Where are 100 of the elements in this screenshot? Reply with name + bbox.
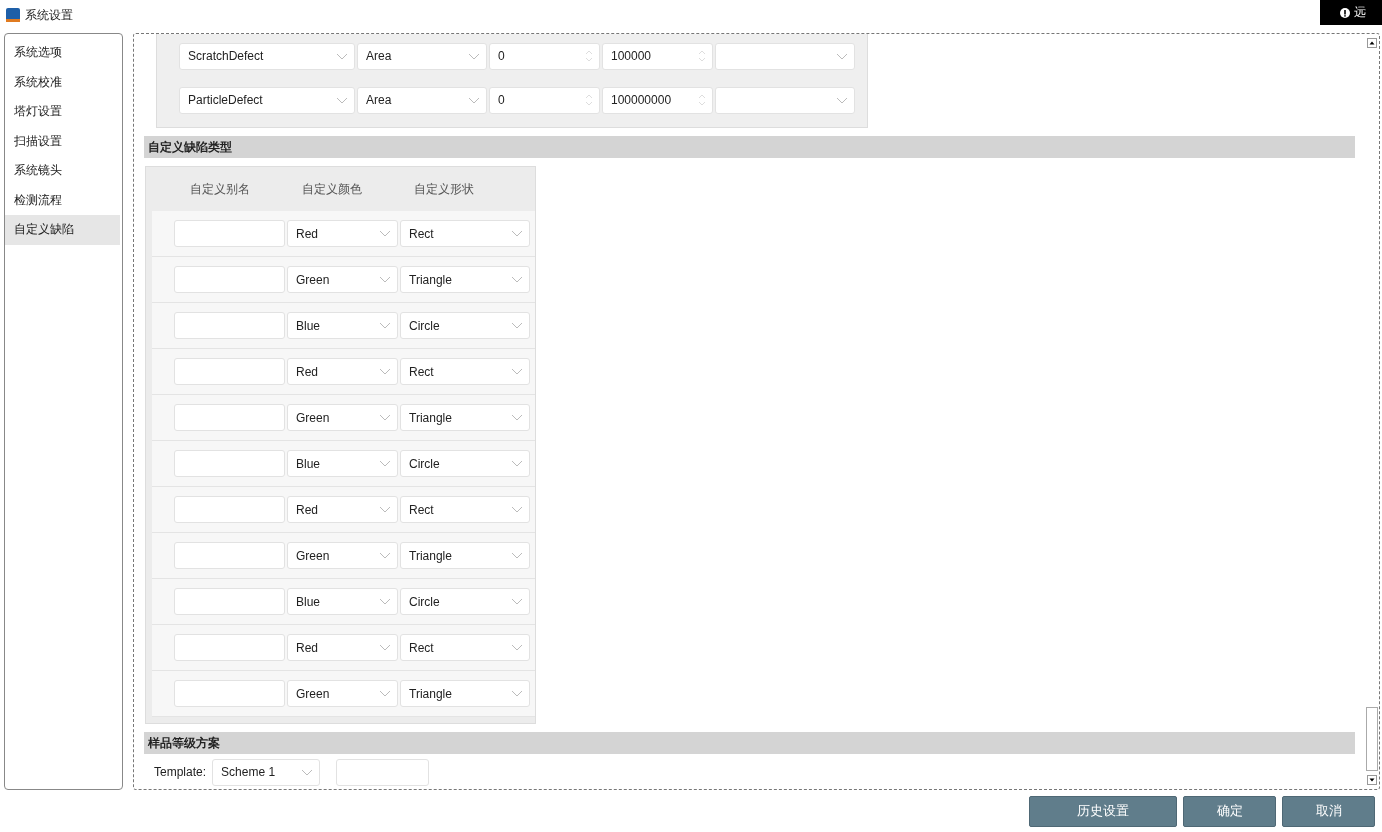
chevron-down-icon [379, 414, 391, 421]
template-dropdown[interactable]: Scheme 1 [212, 758, 321, 786]
empty-dropdown[interactable] [715, 86, 855, 114]
min-spin-field[interactable]: 0 [489, 42, 600, 70]
alias-input[interactable] [174, 266, 285, 293]
shape-dropdown[interactable]: Rect [400, 496, 530, 523]
color-dropdown[interactable]: Blue [287, 312, 398, 339]
chevron-down-icon [379, 368, 391, 375]
min-spin-field[interactable]: 0 [489, 86, 600, 114]
template-name-input[interactable] [336, 758, 430, 786]
footer-button[interactable]: 历史设置 [1029, 795, 1177, 827]
alias-input[interactable] [174, 220, 285, 247]
spinner-icon [698, 93, 706, 107]
shape-dropdown[interactable]: Triangle [400, 680, 530, 707]
shape-dropdown[interactable]: Triangle [400, 404, 530, 431]
alias-input[interactable] [174, 450, 285, 477]
chevron-down-icon [379, 276, 391, 283]
chevron-down-icon [511, 460, 523, 467]
sidebar-item[interactable]: 系统校准 [5, 67, 120, 97]
chevron-down-icon [511, 598, 523, 605]
chevron-down-icon [379, 322, 391, 329]
column-header: 自定义别名 [190, 180, 251, 198]
scroll-up-icon[interactable] [1367, 38, 1377, 48]
alias-input[interactable] [174, 680, 285, 707]
color-dropdown[interactable]: Green [287, 542, 398, 569]
color-dropdown[interactable]: Red [287, 220, 398, 247]
scroll-down-icon[interactable] [1367, 775, 1377, 785]
color-dropdown[interactable]: Red [287, 358, 398, 385]
alias-input[interactable] [174, 588, 285, 615]
chevron-down-icon [379, 230, 391, 237]
chevron-down-icon [511, 690, 523, 697]
footer-button[interactable]: 取消 [1282, 795, 1375, 827]
column-header: 自定义颜色 [302, 180, 363, 198]
chevron-down-icon [511, 552, 523, 559]
info-icon [1340, 7, 1350, 18]
chevron-down-icon [468, 52, 480, 60]
chevron-down-icon [511, 644, 523, 651]
shape-dropdown[interactable]: Triangle [400, 542, 530, 569]
chevron-down-icon [511, 506, 523, 513]
alias-input[interactable] [174, 496, 285, 523]
sidebar-item[interactable]: 检测流程 [5, 185, 120, 215]
color-dropdown[interactable]: Green [287, 680, 398, 707]
template-label: Template: [154, 765, 207, 779]
alias-input[interactable] [174, 542, 285, 569]
footer-button[interactable]: 确定 [1183, 795, 1276, 827]
empty-dropdown[interactable] [715, 42, 855, 70]
chevron-down-icon [836, 52, 848, 60]
chevron-down-icon [379, 644, 391, 651]
spinner-icon [585, 49, 593, 63]
spinner-icon [698, 49, 706, 63]
chevron-down-icon [511, 368, 523, 375]
shape-dropdown[interactable]: Rect [400, 220, 530, 247]
section-header: 样品等级方案 [144, 732, 1355, 754]
chevron-down-icon [468, 96, 480, 104]
chevron-down-icon [301, 768, 314, 776]
max-spin-field[interactable]: 100000000 [602, 86, 713, 114]
chevron-down-icon [379, 598, 391, 605]
max-spin-field[interactable]: 100000 [602, 42, 713, 70]
feature-dropdown[interactable]: Area [357, 42, 487, 70]
shape-dropdown[interactable]: Circle [400, 588, 530, 615]
spinner-icon [585, 93, 593, 107]
section-header: 自定义缺陷类型 [144, 136, 1355, 158]
remote-badge[interactable]: 远 [1320, 0, 1382, 25]
sidebar-item[interactable]: 塔灯设置 [5, 97, 120, 127]
shape-dropdown[interactable]: Triangle [400, 266, 530, 293]
shape-dropdown[interactable]: Rect [400, 634, 530, 661]
window-title: 系统设置 [25, 6, 73, 24]
defect-dropdown[interactable]: ParticleDefect [179, 86, 355, 114]
alias-input[interactable] [174, 634, 285, 661]
chevron-down-icon [379, 460, 391, 467]
shape-dropdown[interactable]: Rect [400, 358, 530, 385]
color-dropdown[interactable]: Green [287, 266, 398, 293]
chevron-down-icon [836, 96, 848, 104]
app-logo-icon [6, 8, 20, 22]
sidebar-item[interactable]: 系统镜头 [5, 156, 120, 186]
sidebar-item[interactable]: 自定义缺陷 [5, 215, 120, 245]
chevron-down-icon [336, 52, 348, 60]
feature-dropdown[interactable]: Area [357, 86, 487, 114]
color-dropdown[interactable]: Blue [287, 588, 398, 615]
alias-input[interactable] [174, 358, 285, 385]
defect-dropdown[interactable]: ScratchDefect [179, 42, 355, 70]
chevron-down-icon [379, 690, 391, 697]
sidebar-item[interactable]: 扫描设置 [5, 126, 120, 156]
sidebar-item[interactable]: 系统选项 [5, 38, 120, 68]
shape-dropdown[interactable]: Circle [400, 450, 530, 477]
color-dropdown[interactable]: Green [287, 404, 398, 431]
chevron-down-icon [511, 414, 523, 421]
chevron-down-icon [511, 276, 523, 283]
scroll-thumb[interactable] [1366, 707, 1378, 771]
chevron-down-icon [379, 506, 391, 513]
chevron-down-icon [336, 96, 348, 104]
column-header: 自定义形状 [414, 180, 475, 198]
chevron-down-icon [511, 322, 523, 329]
shape-dropdown[interactable]: Circle [400, 312, 530, 339]
alias-input[interactable] [174, 404, 285, 431]
alias-input[interactable] [174, 312, 285, 339]
color-dropdown[interactable]: Red [287, 496, 398, 523]
chevron-down-icon [379, 552, 391, 559]
chevron-down-icon [511, 230, 523, 237]
color-dropdown[interactable]: Blue [287, 450, 398, 477]
